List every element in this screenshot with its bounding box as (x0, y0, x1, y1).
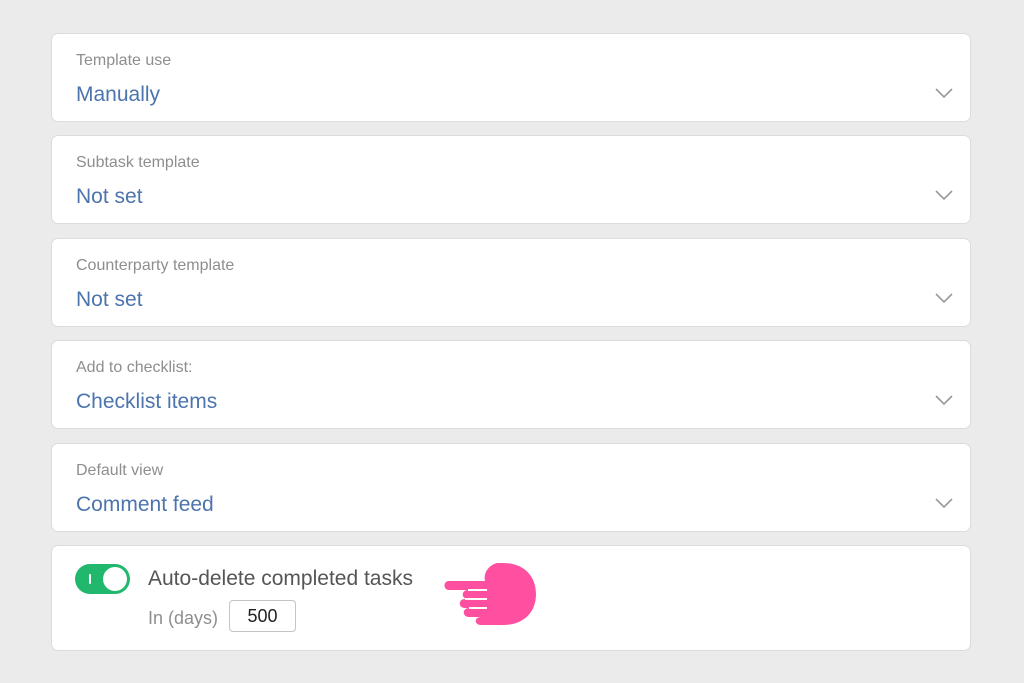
field-label: Add to checklist: (76, 359, 193, 376)
field-value: Not set (76, 185, 143, 208)
field-value: Manually (76, 83, 161, 106)
field-value: Not set (76, 288, 143, 311)
default-view-dropdown[interactable]: Default view Comment feed (51, 443, 971, 532)
days-input[interactable] (229, 600, 296, 632)
field-label: Subtask template (76, 154, 200, 171)
pointing-hand-icon (444, 563, 536, 625)
days-label: In (days) (148, 608, 219, 628)
toggle-knob (103, 567, 127, 591)
add-to-checklist-dropdown[interactable]: Add to checklist: Checklist items (51, 340, 971, 429)
field-label: Default view (76, 462, 164, 479)
chevron-down-icon (935, 293, 953, 304)
field-label: Counterparty template (76, 257, 235, 274)
field-value: Comment feed (76, 493, 214, 516)
chevron-down-icon (935, 190, 953, 201)
chevron-down-icon (935, 88, 953, 99)
subtask-template-dropdown[interactable]: Subtask template Not set (51, 135, 971, 224)
counterparty-template-dropdown[interactable]: Counterparty template Not set (51, 238, 971, 327)
chevron-down-icon (935, 498, 953, 509)
auto-delete-label: Auto-delete completed tasks (148, 567, 413, 590)
field-value: Checklist items (76, 390, 218, 413)
auto-delete-toggle[interactable] (75, 564, 130, 594)
template-use-dropdown[interactable]: Template use Manually (51, 33, 971, 122)
field-label: Template use (76, 52, 172, 69)
toggle-on-mark (89, 574, 91, 584)
chevron-down-icon (935, 395, 953, 406)
